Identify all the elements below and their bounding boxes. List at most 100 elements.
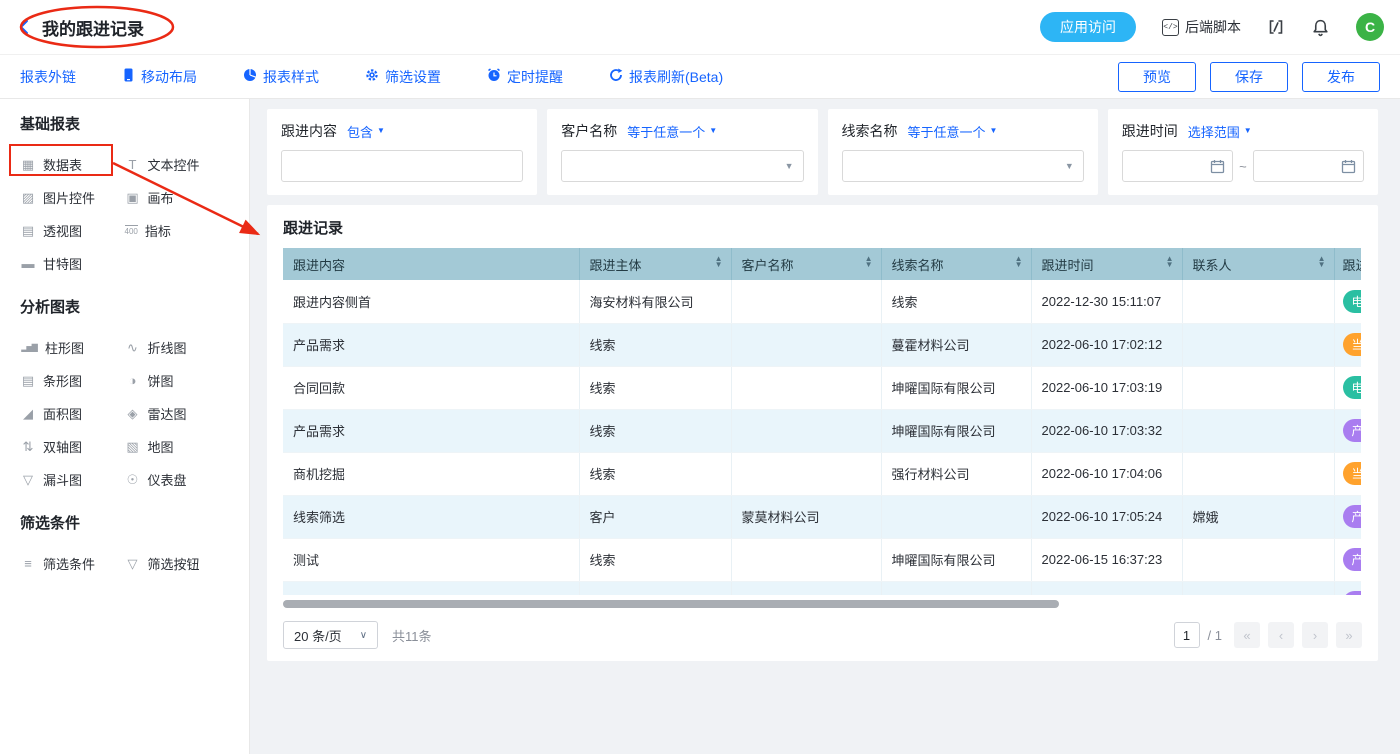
- back-icon[interactable]: [16, 18, 34, 36]
- table-row[interactable]: 合同回款线索坤曜国际有限公司2022-06-10 17:03:19电: [283, 366, 1361, 409]
- line-chart-icon: ∿: [125, 340, 141, 356]
- sort-icon[interactable]: ▲▼: [865, 256, 873, 267]
- sidebar-item-gantt[interactable]: ▬甘特图: [20, 247, 125, 280]
- sidebar-item-image-widget[interactable]: ▨图片控件: [20, 181, 125, 214]
- next-page-button[interactable]: ›: [1302, 622, 1328, 648]
- toolbar-item-external-link[interactable]: 报表外链: [20, 67, 76, 87]
- publish-button[interactable]: 发布: [1302, 62, 1380, 92]
- scrollbar-thumb[interactable]: [283, 600, 1059, 608]
- pivot-table-icon: ▤: [20, 223, 36, 239]
- sidebar-item-canvas[interactable]: ▣画布: [125, 181, 230, 214]
- table-cell: 产: [1334, 581, 1361, 595]
- followup-method-badge: 电: [1343, 376, 1362, 399]
- date-start-input[interactable]: [1122, 150, 1233, 182]
- column-header-3[interactable]: 客户名称▲▼: [731, 248, 881, 280]
- last-page-button[interactable]: »: [1336, 622, 1362, 648]
- table-row[interactable]: 跟进内容侧首海安材料有限公司线索2022-12-30 15:11:07电: [283, 280, 1361, 323]
- sort-icon[interactable]: ▲▼: [1318, 256, 1326, 267]
- filter-lead-select[interactable]: ▼: [842, 150, 1084, 182]
- filter-operator-dropdown[interactable]: 等于任意一个 ▼: [627, 122, 717, 141]
- column-header-7[interactable]: 跟进方式▲▼: [1334, 248, 1361, 280]
- table-cell: 嫦娥: [1182, 495, 1334, 538]
- sidebar-item-label: 数据表: [43, 155, 82, 174]
- sort-desc-icon: ▼: [1015, 262, 1023, 268]
- sidebar-item-label: 透视图: [43, 221, 82, 240]
- sort-icon[interactable]: ▲▼: [1015, 256, 1023, 267]
- toolbar-item-report-refresh[interactable]: 报表刷新(Beta): [609, 67, 723, 87]
- sidebar-item-label: 柱形图: [45, 338, 84, 357]
- first-page-button[interactable]: «: [1234, 622, 1260, 648]
- table-row[interactable]: 商机挖掘线索强行材料公司2022-06-10 17:04:06当: [283, 452, 1361, 495]
- preview-button[interactable]: 预览: [1118, 62, 1196, 92]
- sidebar-item-dual-axis-chart[interactable]: ⇅双轴图: [20, 430, 125, 463]
- sidebar-item-hbar-chart[interactable]: ▤条形图: [20, 364, 125, 397]
- table-cell: [731, 280, 881, 323]
- filter-card-lead: 线索名称 等于任意一个 ▼ ▼: [828, 109, 1098, 195]
- alarm-clock-icon: [487, 68, 501, 85]
- filter-content-input[interactable]: [281, 150, 523, 182]
- notification-bell-icon[interactable]: [1311, 18, 1330, 37]
- sidebar-item-area-chart[interactable]: ◢面积图: [20, 397, 125, 430]
- current-page-input[interactable]: 1: [1174, 622, 1200, 648]
- filter-operator-dropdown[interactable]: 包含 ▼: [347, 122, 385, 141]
- pagination: 1 / 1 « ‹ › »: [1174, 622, 1362, 648]
- sidebar-item-bar-chart[interactable]: ▂▅▇柱形图: [20, 331, 125, 364]
- date-end-input[interactable]: [1253, 150, 1364, 182]
- filter-customer-select[interactable]: ▼: [561, 150, 803, 182]
- sidebar-item-radar-chart[interactable]: ◈雷达图: [125, 397, 230, 430]
- sidebar-item-metric[interactable]: 400指标: [125, 214, 230, 247]
- sort-icon[interactable]: ▲▼: [1166, 256, 1174, 267]
- table-cell: 产: [1334, 495, 1361, 538]
- sort-icon[interactable]: ▲▼: [715, 256, 723, 267]
- table-row[interactable]: 产品需求线索蔓霍材料公司2022-06-10 17:02:12当: [283, 323, 1361, 366]
- toolbar-item-report-style[interactable]: 报表样式: [243, 67, 319, 87]
- sidebar-item-line-chart[interactable]: ∿折线图: [125, 331, 230, 364]
- sidebar-item-funnel-chart[interactable]: ▽漏斗图: [20, 463, 125, 496]
- sidebar-section: 筛选条件≡筛选条件▽筛选按钮: [20, 512, 229, 580]
- table-row[interactable]: 测试线索坤曜国际有限公司2022-06-15 16:37:23产: [283, 538, 1361, 581]
- column-header-2[interactable]: 跟进主体▲▼: [579, 248, 731, 280]
- prev-page-button[interactable]: ‹: [1268, 622, 1294, 648]
- filter-button-icon: ▽: [125, 556, 141, 572]
- calendar-icon: [1341, 159, 1356, 174]
- caret-down-icon: ▼: [377, 127, 385, 135]
- filter-operator-dropdown[interactable]: 等于任意一个 ▼: [908, 122, 998, 141]
- page-size-select[interactable]: 20 条/页 ∨: [283, 621, 378, 649]
- column-header-5[interactable]: 跟进时间▲▼: [1031, 248, 1182, 280]
- save-button[interactable]: 保存: [1210, 62, 1288, 92]
- table-cell: 产: [1334, 409, 1361, 452]
- sidebar-item-map[interactable]: ▧地图: [125, 430, 230, 463]
- column-label: 跟进内容: [293, 258, 345, 273]
- sidebar-item-label: 指标: [145, 221, 171, 240]
- report-toolbar: 报表外链 移动布局 报表样式 筛选设置 定时提醒 报表刷新(Beta) 预览 保…: [0, 55, 1400, 99]
- sidebar-item-filter-condition[interactable]: ≡筛选条件: [20, 547, 125, 580]
- sidebar-grid: ≡筛选条件▽筛选按钮: [20, 547, 229, 580]
- column-header-1[interactable]: 跟进内容: [283, 248, 579, 280]
- toolbar-item-scheduled-reminder[interactable]: 定时提醒: [487, 67, 563, 87]
- table-cell: 跟进内容侧首: [283, 280, 579, 323]
- table-cell: [1182, 280, 1334, 323]
- sidebar-item-pie-chart[interactable]: ◑饼图: [125, 364, 230, 397]
- toolbar-item-mobile-layout[interactable]: 移动布局: [122, 67, 197, 87]
- table-row[interactable]: 线索筛选客户蒙莫材料公司2022-06-10 17:05:24嫦娥产: [283, 495, 1361, 538]
- column-header-4[interactable]: 线索名称▲▼: [881, 248, 1031, 280]
- toolbar-item-filter-settings[interactable]: 筛选设置: [365, 67, 441, 87]
- sidebar-item-label: 地图: [148, 437, 174, 456]
- sidebar-item-text-widget[interactable]: T文本控件: [125, 148, 230, 181]
- table-row[interactable]: 产品需求线索坤曜国际有限公司2022-06-10 17:03:32产: [283, 409, 1361, 452]
- chevron-down-icon: ∨: [360, 630, 367, 641]
- caret-down-icon: ▼: [709, 127, 717, 135]
- column-header-6[interactable]: 联系人▲▼: [1182, 248, 1334, 280]
- table-row[interactable]: 产: [283, 581, 1361, 595]
- filter-operator-dropdown[interactable]: 选择范围 ▼: [1188, 122, 1252, 141]
- sidebar-item-pivot-table[interactable]: ▤ 透视图: [20, 214, 125, 247]
- sidebar-item-filter-button[interactable]: ▽筛选按钮: [125, 547, 230, 580]
- table-cell: 强行材料公司: [881, 452, 1031, 495]
- avatar[interactable]: C: [1356, 13, 1384, 41]
- app-access-button[interactable]: 应用访问: [1040, 12, 1136, 42]
- panel-switch-icon[interactable]: [1267, 18, 1285, 36]
- backend-script-button[interactable]: </> 后端脚本: [1162, 17, 1241, 37]
- sidebar-item-data-table[interactable]: ▦数据表: [20, 148, 125, 181]
- sidebar-item-gauge[interactable]: ☉仪表盘: [125, 463, 230, 496]
- table-cell: [731, 366, 881, 409]
